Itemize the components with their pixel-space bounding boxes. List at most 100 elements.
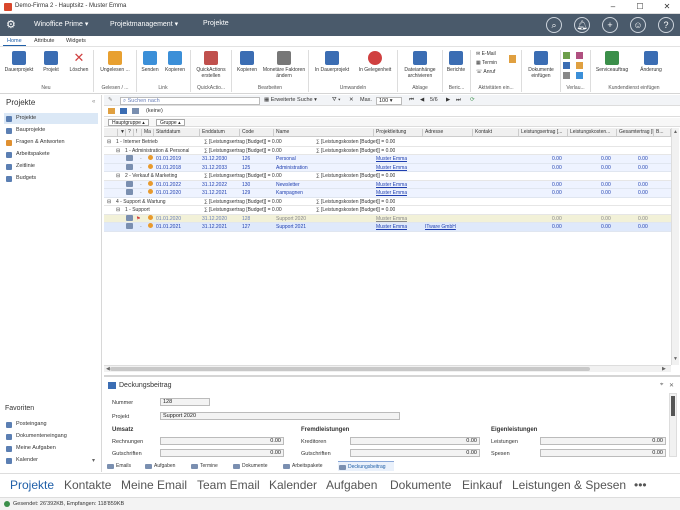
column-header-address[interactable]: Adresse <box>423 129 473 137</box>
nav-item-projekte[interactable]: Projekte <box>4 113 98 124</box>
detail-tab-arbeitspakete[interactable]: Arbeitspakete <box>282 461 334 471</box>
bottomnav-aufgaben[interactable]: Aufgaben <box>326 478 377 492</box>
insert-documents-button[interactable]: Dokumente einfügen <box>523 51 559 79</box>
history-icon[interactable] <box>576 52 583 59</box>
reports-button[interactable]: Berichte <box>444 51 468 73</box>
history-icon[interactable] <box>563 52 570 59</box>
table-row[interactable]: - 01.01.2022 31.12.2022 130 Newsletter M… <box>104 180 671 189</box>
advanced-search-button[interactable]: ▦ Erweiterte Suche ▾ <box>264 97 317 103</box>
quickactions-button[interactable]: QuickActions erstellen <box>193 51 229 79</box>
maximize-button[interactable]: ☐ <box>627 0 653 14</box>
service-order-button[interactable]: Serviceauftrag <box>592 51 632 73</box>
bell-icon[interactable]: 🔔︎ <box>574 17 590 33</box>
scroll-up-icon[interactable]: ▲ <box>673 129 678 135</box>
group-row[interactable]: ⊟ 2 - Verkauf & Marketing ∑ [Leistungser… <box>104 172 671 181</box>
appointment-activity-button[interactable]: ▦ Termin <box>476 60 497 66</box>
expand-icon[interactable]: ⊟ <box>107 138 111 146</box>
cell-address[interactable]: ITware GmbH <box>425 223 456 231</box>
projekt-field[interactable]: Support 2020 <box>160 412 400 420</box>
cell-lead[interactable]: Muster Emma <box>376 215 407 223</box>
fav-dokumenteneingang[interactable]: Dokumenteneingang <box>4 431 98 442</box>
scroll-thumb[interactable] <box>110 367 590 371</box>
email-activity-button[interactable]: ✉ E-Mail <box>476 51 496 57</box>
tab-home[interactable]: Home <box>3 37 26 46</box>
bottomnav-einkauf[interactable]: Einkauf <box>462 478 502 492</box>
kreditoren-field[interactable]: 0.00 <box>350 437 480 445</box>
column-header-gesamt[interactable]: Gesamtertrag [B... <box>617 129 654 137</box>
app-switcher[interactable]: Winoffice Prime ▾ <box>34 20 88 28</box>
column-header-flag[interactable]: ? <box>126 129 134 137</box>
new-projekt-button[interactable]: Projekt <box>38 51 64 73</box>
nav-item-zeitlinie[interactable]: Zeitlinie <box>4 161 98 172</box>
expand-icon[interactable]: ⊟ <box>107 198 111 206</box>
horizontal-scrollbar[interactable]: ◀ ▶ <box>104 365 671 372</box>
filter-icon[interactable]: ⛛ ▾ <box>332 97 340 104</box>
nav-item-budgets[interactable]: Budgets <box>4 173 98 184</box>
new-dauerprojekt-button[interactable]: Dauerprojekt <box>2 51 36 73</box>
bottomnav-meine-email[interactable]: Meine Email <box>121 478 187 492</box>
max-select[interactable]: 100 ▾ <box>376 96 402 105</box>
close-icon[interactable]: ✕ <box>669 382 674 389</box>
fav-kalender[interactable]: Kalender <box>4 455 98 466</box>
clear-filter-icon[interactable]: ✕ <box>349 97 354 103</box>
vertical-scrollbar[interactable]: ▲ ▼ <box>671 128 679 365</box>
expand-icon[interactable]: ⊟ <box>116 147 120 155</box>
bottomnav-team-email[interactable]: Team Email <box>197 478 260 492</box>
column-header-code[interactable]: Code <box>240 129 274 137</box>
column-header-name[interactable]: Name <box>274 129 374 137</box>
monetary-factors-button[interactable]: Monetäre Faktoren ändern <box>262 51 306 79</box>
column-header-b[interactable]: B... <box>654 129 671 137</box>
detail-tab-aufgaben[interactable]: Aufgaben <box>144 461 186 471</box>
to-opportunity-button[interactable]: In Gelegenheit <box>355 51 395 73</box>
column-header-icon[interactable]: ▼ <box>118 129 126 137</box>
group-row[interactable]: ⊟ 1 - Support ∑ [Leistungsertrag [Budget… <box>104 206 671 215</box>
copy-button[interactable]: Kopieren <box>234 51 260 73</box>
bottomnav-dokumente[interactable]: Dokumente <box>390 478 451 492</box>
task-icon[interactable] <box>509 55 516 63</box>
copy-link-button[interactable]: Kopieren <box>163 51 187 73</box>
nav-item-arbeitspakete[interactable]: Arbeitspakete <box>4 149 98 160</box>
history-icon[interactable] <box>576 62 583 69</box>
group-chip-gruppe[interactable]: Gruppe ▴ <box>156 119 185 126</box>
history-icon[interactable] <box>563 62 570 69</box>
delete-button[interactable]: ✕ Löschen <box>66 51 92 74</box>
group-row[interactable]: ⊟ 4 - Support & Wartung ∑ [Leistungsertr… <box>104 197 671 206</box>
search-icon[interactable]: ⌕ <box>546 17 562 33</box>
filter-value[interactable]: (keine) <box>146 108 163 114</box>
first-page-icon[interactable]: ⏮ <box>409 97 414 104</box>
column-header-end[interactable]: Enddatum <box>200 129 240 137</box>
expand-icon[interactable]: ⊟ <box>116 206 120 214</box>
column-header-ma[interactable]: Ma <box>142 129 154 137</box>
group-row[interactable]: ⊟ 1 - Interner Betrieb ∑ [Leistungsertra… <box>104 138 671 147</box>
fav-posteingang[interactable]: Posteingang <box>4 419 98 430</box>
module-switcher[interactable]: Projektmanagement ▾ <box>110 20 178 28</box>
bottomnav-projekte[interactable]: Projekte <box>10 478 54 492</box>
send-link-button[interactable]: Senden <box>139 51 161 73</box>
leistungen-field[interactable]: 0.00 <box>540 437 666 445</box>
history-icon[interactable] <box>563 72 570 79</box>
last-page-icon[interactable]: ⏭ <box>456 97 461 104</box>
expand-icon[interactable]: ⊟ <box>116 172 120 180</box>
help-icon[interactable]: ? <box>658 17 674 33</box>
cell-lead[interactable]: Muster Emma <box>376 155 407 163</box>
table-row[interactable]: - 01.01.2020 31.12.2021 129 Kampagnen Mu… <box>104 189 671 198</box>
minimize-button[interactable]: – <box>600 0 626 14</box>
cell-lead[interactable]: Muster Emma <box>376 181 407 189</box>
person-icon[interactable] <box>120 108 127 114</box>
user-icon[interactable]: ☺ <box>630 17 646 33</box>
add-icon[interactable]: + <box>602 17 618 33</box>
cell-lead[interactable]: Muster Emma <box>376 223 407 231</box>
rechnungen-field[interactable]: 0.00 <box>160 437 284 445</box>
tab-attribute[interactable]: Attribute <box>30 37 58 46</box>
column-header-lead[interactable]: Projektleitung <box>374 129 423 137</box>
cell-lead[interactable]: Muster Emma <box>376 189 407 197</box>
column-header-contact[interactable]: Kontakt <box>473 129 519 137</box>
spesen-field[interactable]: 0.00 <box>540 449 666 457</box>
table-row-selected[interactable]: ⚑ 01.01.2020 31.12.2020 128 Support 2020… <box>104 214 671 223</box>
table-row[interactable]: - 01.01.2018 31.12.2033 125 Administrati… <box>104 163 671 172</box>
cell-lead[interactable]: Muster Emma <box>376 164 407 172</box>
column-header-excl[interactable]: ! <box>134 129 142 137</box>
apps-grid-icon[interactable]: ⚙ <box>6 18 20 32</box>
fav-aufgaben[interactable]: Meine Aufgaben <box>4 443 98 454</box>
close-button[interactable]: ✕ <box>654 0 680 14</box>
